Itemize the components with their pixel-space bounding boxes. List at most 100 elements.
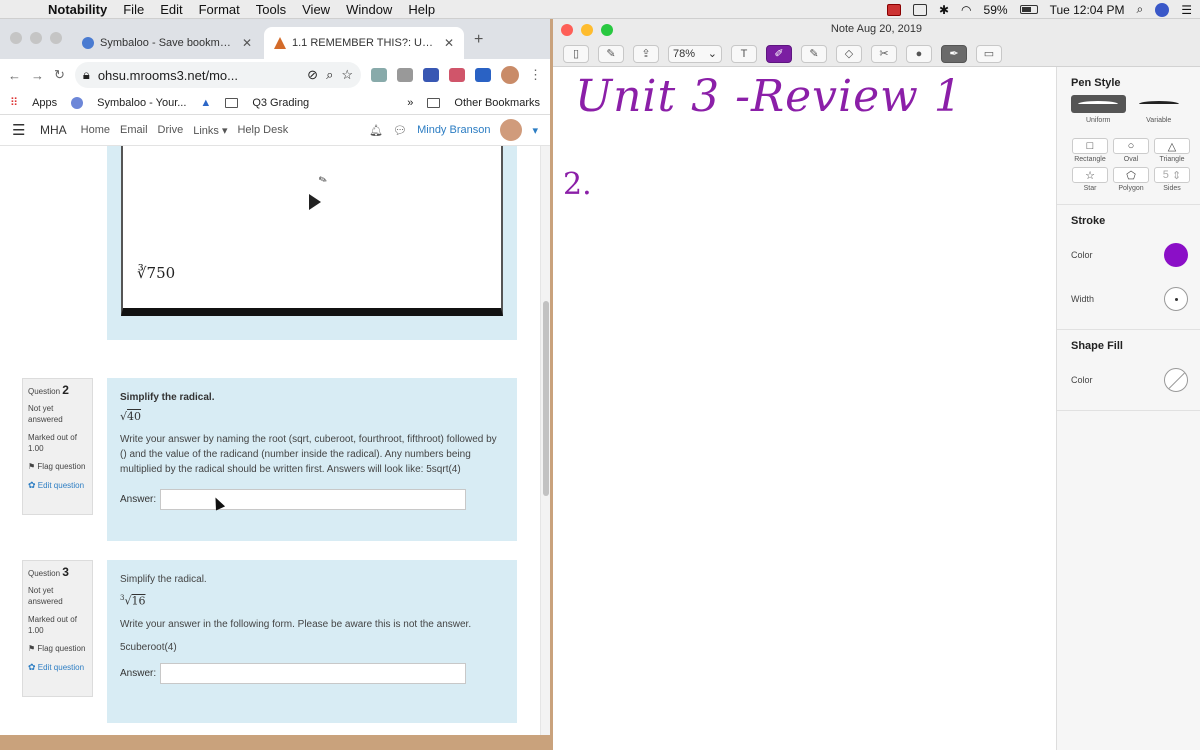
extension-icon[interactable] <box>397 68 413 82</box>
play-icon[interactable] <box>309 194 321 210</box>
menu-file[interactable]: File <box>115 2 152 17</box>
tab-symbaloo[interactable]: Symbaloo - Save bookmarks a ✕ <box>72 27 262 59</box>
shape-triangle-button[interactable]: △ Triangle <box>1153 138 1191 163</box>
share-icon[interactable]: ⇪ <box>633 44 659 63</box>
menu-format[interactable]: Format <box>191 2 248 17</box>
flag-question-link[interactable]: ⚑ Flag question <box>28 643 87 654</box>
stroke-color-swatch[interactable] <box>1164 243 1188 267</box>
new-tab-button[interactable]: + <box>474 31 483 49</box>
url-text[interactable]: ohsu.mrooms3.net/mo... <box>98 68 299 83</box>
answer-input[interactable] <box>160 662 467 684</box>
no-fill-swatch[interactable] <box>1164 368 1188 392</box>
sidebar-toggle-icon[interactable]: ▯ <box>563 44 589 63</box>
close-tab-icon[interactable]: ✕ <box>444 36 454 50</box>
recording-icon[interactable] <box>886 3 901 16</box>
highlighter-tool-icon[interactable]: ✎ <box>801 44 827 63</box>
nav-help-desk[interactable]: Help Desk <box>237 124 288 136</box>
menu-window[interactable]: Window <box>338 2 400 17</box>
video-player[interactable]: ✎ ∛750 <box>121 146 503 316</box>
page-scrollbar[interactable] <box>540 146 550 735</box>
messages-icon[interactable]: 💬︎ <box>393 124 407 137</box>
scrollbar-thumb[interactable] <box>543 301 549 496</box>
minimize-window-button[interactable] <box>30 32 42 44</box>
site-brand[interactable]: MHA <box>40 123 67 137</box>
more-bookmarks-chevron-icon[interactable]: » <box>407 97 413 109</box>
edit-question-link[interactable]: ✿ Edit question <box>28 662 87 673</box>
tab-remember-this[interactable]: 1.1 REMEMBER THIS?: Unit 3 R ✕ <box>264 27 464 59</box>
bookmark-q3-grading[interactable]: Q3 Grading <box>252 97 309 109</box>
minimize-window-button[interactable] <box>581 24 593 36</box>
siri-icon[interactable] <box>1155 2 1170 17</box>
extension-icon[interactable] <box>423 68 439 82</box>
style-variable-button[interactable]: Variable <box>1131 95 1186 124</box>
edit-question-link[interactable]: ✿ Edit question <box>28 480 87 491</box>
zoom-window-button[interactable] <box>50 32 62 44</box>
reload-icon[interactable]: ↻ <box>54 67 65 83</box>
close-window-button[interactable] <box>561 24 573 36</box>
variable-stroke-icon <box>1131 95 1186 113</box>
nav-links-menu[interactable]: Links ▾ <box>193 124 227 137</box>
extension-icon[interactable] <box>449 68 465 82</box>
stroke-width-button[interactable] <box>1164 287 1188 311</box>
clock[interactable]: Tue 12:04 PM <box>1050 3 1125 17</box>
zoom-window-button[interactable] <box>601 24 613 36</box>
battery-icon[interactable] <box>1019 5 1038 14</box>
answer-input[interactable] <box>160 489 467 510</box>
pen-tool-icon[interactable]: ✐ <box>766 44 792 63</box>
wifi-icon[interactable]: ◠ <box>961 3 971 17</box>
shape-rectangle-button[interactable]: □ Rectangle <box>1071 138 1109 163</box>
close-window-button[interactable] <box>10 32 22 44</box>
zoom-search-icon[interactable]: ⌕ <box>326 67 333 83</box>
flag-question-link[interactable]: ⚑ Flag question <box>28 461 87 472</box>
menu-app-name[interactable]: Notability <box>40 2 115 17</box>
spotlight-search-icon[interactable]: ⌕ <box>1137 2 1144 17</box>
bookmark-tree-icon[interactable]: ▲ <box>200 97 211 109</box>
nav-home[interactable]: Home <box>81 124 110 136</box>
lasso-tool-icon[interactable]: ✂ <box>871 44 897 63</box>
nav-drive[interactable]: Drive <box>158 124 184 136</box>
microphone-icon[interactable]: ● <box>906 44 932 63</box>
style-uniform-button[interactable]: Uniform <box>1071 95 1126 124</box>
shape-star-button[interactable]: ☆ Star <box>1071 167 1109 192</box>
new-note-icon[interactable]: ✎ <box>598 44 624 63</box>
back-icon[interactable]: ← <box>8 68 21 83</box>
battery-percent[interactable]: 59% <box>984 3 1008 17</box>
handwritten-item-number: 2. <box>563 167 592 202</box>
shape-oval-button[interactable]: ○ Oval <box>1112 138 1150 163</box>
apps-grid-icon[interactable]: ⠿ <box>10 96 18 109</box>
close-tab-icon[interactable]: ✕ <box>242 36 252 50</box>
pen-settings-icon[interactable]: ✒ <box>941 44 967 63</box>
user-name[interactable]: Mindy Branson <box>417 124 490 136</box>
user-avatar[interactable] <box>500 119 523 141</box>
menu-help[interactable]: Help <box>400 2 443 17</box>
menu-tools[interactable]: Tools <box>248 2 294 17</box>
zoom-select[interactable]: 78% ⌄ <box>668 44 722 63</box>
forward-icon[interactable]: → <box>31 68 44 83</box>
airplay-icon[interactable] <box>912 3 927 16</box>
other-bookmarks[interactable]: Other Bookmarks <box>454 97 540 109</box>
lock-icon[interactable]: 🔒︎ <box>83 67 90 83</box>
bookmark-apps[interactable]: Apps <box>32 97 57 109</box>
profile-avatar[interactable] <box>501 66 519 84</box>
notification-center-icon[interactable]: ☰ <box>1181 3 1192 17</box>
nav-email[interactable]: Email <box>120 124 148 136</box>
blocked-icon[interactable]: ⊘ <box>307 67 318 83</box>
shape-polygon-button[interactable]: ⬠ Polygon <box>1112 167 1150 192</box>
sides-stepper[interactable]: 5 ⇕ Sides <box>1153 167 1191 192</box>
bookmark-symbaloo[interactable]: Symbaloo - Your... <box>97 97 186 109</box>
extension-icon[interactable] <box>371 68 387 82</box>
user-menu-caret-icon[interactable]: ▾ <box>532 124 538 137</box>
omnibox[interactable]: 🔒︎ ohsu.mrooms3.net/mo... ⊘ ⌕ ☆ <box>74 62 361 88</box>
bookmark-star-icon[interactable]: ☆ <box>341 67 353 83</box>
text-tool-icon[interactable]: T <box>731 44 757 63</box>
bluetooth-icon[interactable]: ✱ <box>939 3 949 17</box>
menu-view[interactable]: View <box>294 2 338 17</box>
extension-icon[interactable] <box>475 68 491 82</box>
page-view-icon[interactable]: ▭ <box>976 44 1002 63</box>
eraser-tool-icon[interactable]: ◇ <box>836 44 862 63</box>
note-canvas[interactable]: Unit 3 -Review 1 2. <box>553 67 1056 750</box>
menu-edit[interactable]: Edit <box>152 2 190 17</box>
hamburger-menu-icon[interactable]: ☰ <box>12 121 30 139</box>
notifications-bell-icon[interactable]: 🔔︎ <box>369 124 383 137</box>
chrome-menu-icon[interactable]: ⋮ <box>529 67 542 83</box>
